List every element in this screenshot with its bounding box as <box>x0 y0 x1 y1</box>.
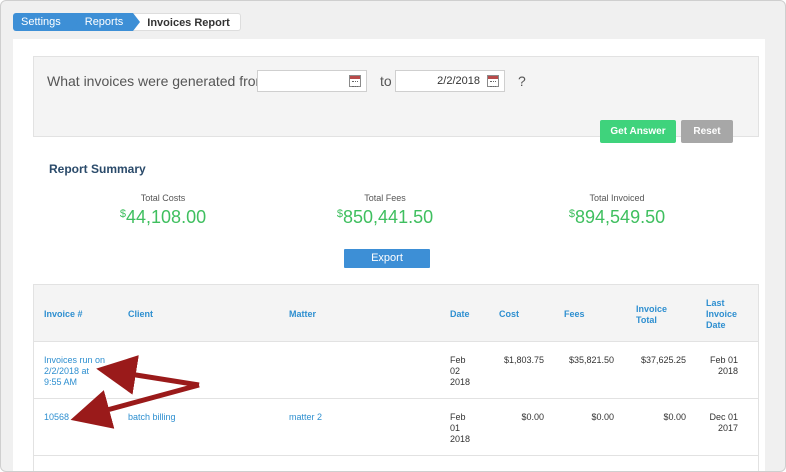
query-box: What invoices were generated from to 2/2… <box>33 56 759 143</box>
header-matter[interactable]: Matter <box>289 309 316 320</box>
row-total: $0.00 <box>663 412 686 422</box>
to-date-input[interactable]: 2/2/2018 <box>395 70 505 92</box>
total-invoiced-label: Total Invoiced <box>589 193 645 203</box>
calendar-icon[interactable] <box>487 75 499 87</box>
question-mark: ? <box>518 73 526 89</box>
header-last-invoice-date[interactable]: Last Invoice Date <box>706 298 737 331</box>
report-panel: What invoices were generated from to 2/2… <box>13 39 765 471</box>
total-costs-value: $44,108.00 <box>119 207 207 227</box>
invoice-link[interactable]: Invoices run on 2/2/2018 at 9:55 AM <box>44 355 105 388</box>
to-label: to <box>380 73 392 89</box>
breadcrumb-reports[interactable]: Reports <box>70 13 140 31</box>
app-window: Settings Reports Invoices Report What in… <box>0 0 786 472</box>
reset-button[interactable]: Reset <box>681 120 733 143</box>
invoices-table: Invoice # Client Matter Date Cost Fees I… <box>33 284 759 471</box>
total-costs-label: Total Costs <box>140 193 186 203</box>
row-cost: $0.00 <box>521 412 544 422</box>
matter-link[interactable]: matter 2 <box>289 412 322 423</box>
report-summary-title: Report Summary <box>49 162 146 176</box>
row-fees: $35,821.50 <box>568 355 614 365</box>
from-date-input[interactable] <box>257 70 367 92</box>
total-fees-label: Total Fees <box>364 193 406 203</box>
calendar-icon[interactable] <box>349 75 361 87</box>
total-costs-stat: Total Costs $44,108.00 <box>63 193 263 228</box>
total-invoiced-value: $894,549.50 <box>568 207 666 227</box>
row-last-invoice-date: Dec 01 2017 <box>709 412 738 433</box>
header-invoice-total[interactable]: Invoice Total <box>636 304 667 326</box>
to-date-value: 2/2/2018 <box>437 75 480 87</box>
header-client[interactable]: Client <box>128 309 153 320</box>
table-header: Invoice # Client Matter Date Cost Fees I… <box>34 285 758 342</box>
breadcrumb: Settings Reports Invoices Report <box>13 13 241 31</box>
table-row: 10568 batch billing matter 2 Feb 01 2018 $… <box>34 399 758 456</box>
row-fees: $0.00 <box>591 412 614 422</box>
table-row: Invoices run on 2/2/2018 at 9:55 AM Feb 02 2… <box>34 342 758 399</box>
client-link[interactable]: batch billing <box>128 412 176 423</box>
header-cost[interactable]: Cost <box>499 309 519 320</box>
get-answer-button[interactable]: Get Answer <box>600 120 676 143</box>
total-fees-stat: Total Fees $850,441.50 <box>285 193 485 228</box>
total-fees-value: $850,441.50 <box>336 207 434 227</box>
row-last-invoice-date: Feb 01 2018 <box>709 355 738 376</box>
export-button[interactable]: Export <box>344 249 430 268</box>
header-invoice[interactable]: Invoice # <box>44 309 83 320</box>
row-date: Feb 02 2018 <box>450 355 471 387</box>
header-fees[interactable]: Fees <box>564 309 585 320</box>
breadcrumb-settings[interactable]: Settings <box>13 13 78 31</box>
query-prompt: What invoices were generated from <box>47 73 268 89</box>
row-cost: $1,803.75 <box>503 355 544 365</box>
breadcrumb-invoices-report: Invoices Report <box>133 13 241 31</box>
invoice-link[interactable]: 10568 <box>44 412 69 423</box>
row-date: Feb 01 2018 <box>450 412 471 444</box>
header-date[interactable]: Date <box>450 309 470 320</box>
total-invoiced-stat: Total Invoiced $894,549.50 <box>517 193 717 228</box>
row-total: $37,625.25 <box>640 355 686 365</box>
